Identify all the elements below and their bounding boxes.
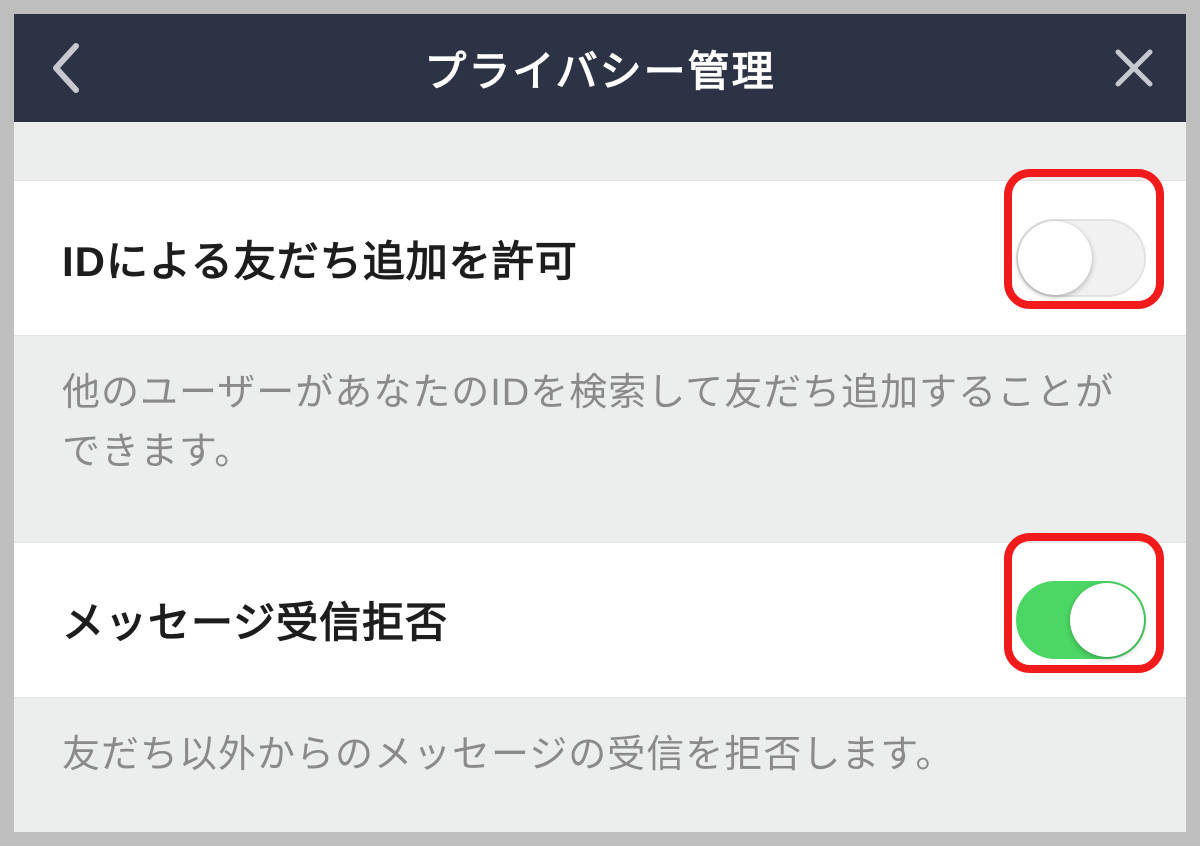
setting-row-message-reject: メッセージ受信拒否 [14,542,1186,698]
toggle-knob [1018,221,1092,295]
setting-description: 他のユーザーがあなたのIDを検索して友だち追加することができます。 [14,336,1186,542]
setting-description: 友だち以外からのメッセージの受信を拒否します。 [14,698,1186,832]
toggle-message-reject[interactable] [1016,581,1146,659]
setting-label: メッセージ受信拒否 [62,589,448,650]
page-title: プライバシー管理 [424,38,775,99]
close-button[interactable] [1104,38,1164,98]
settings-list: IDによる友だち追加を許可 他のユーザーがあなたのIDを検索して友だち追加するこ… [14,122,1186,832]
settings-screen: プライバシー管理 IDによる友だち追加を許可 他のユーザーがあなたのIDを検索し… [14,14,1186,832]
toggle-id-friend-add[interactable] [1016,219,1146,297]
navbar: プライバシー管理 [14,14,1186,122]
chevron-left-icon [48,42,84,94]
setting-row-id-friend-add: IDによる友だち追加を許可 [14,180,1186,336]
setting-label: IDによる友だち追加を許可 [62,228,578,289]
toggle-knob [1070,583,1144,657]
back-button[interactable] [36,38,96,98]
close-icon [1112,46,1156,90]
